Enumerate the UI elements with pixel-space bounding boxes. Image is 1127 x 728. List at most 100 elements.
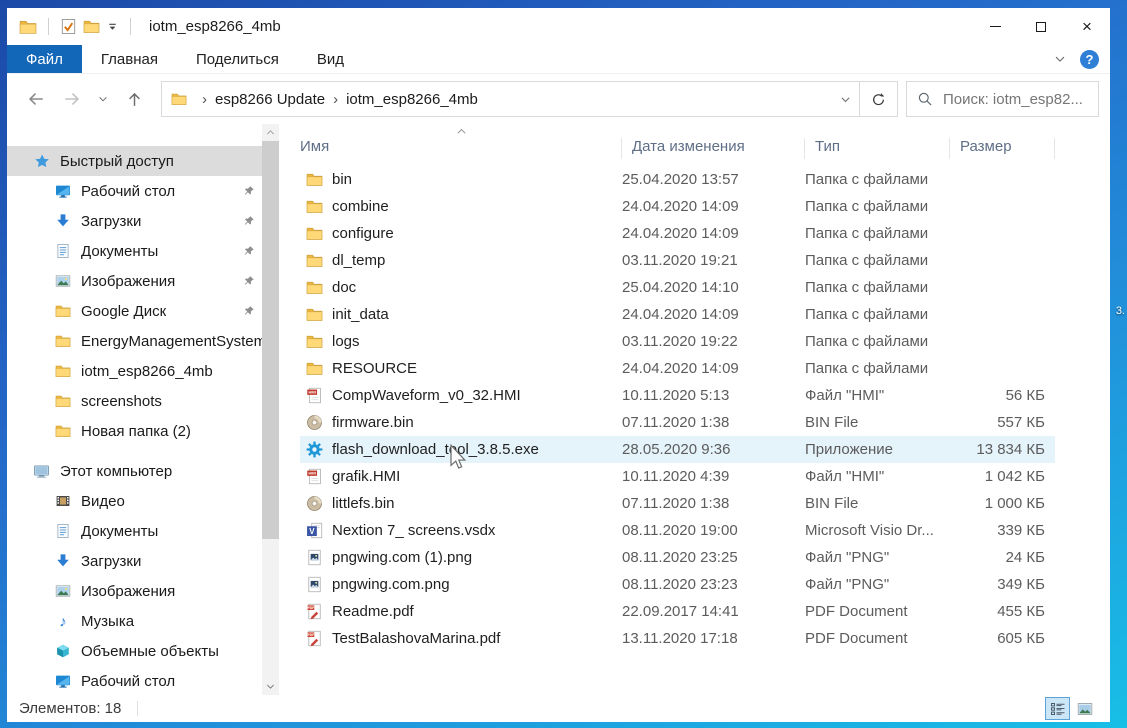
file-name-cell: dl_temp [300,252,622,269]
file-row[interactable]: HMIgrafik.HMI10.11.2020 4:39Файл "HMI"1 … [300,463,1055,490]
qat-properties-button[interactable] [57,18,80,35]
file-row[interactable]: pngwing.com (1).png08.11.2020 23:25Файл … [300,544,1055,571]
ribbon-collapse-icon[interactable] [1053,52,1067,66]
back-button[interactable] [21,84,51,114]
properties-check-icon [60,18,77,35]
forward-button[interactable] [57,84,87,114]
sidebar-item-label: Google Диск [81,303,166,320]
qat-separator [48,18,49,35]
tab-home[interactable]: Главная [82,45,177,73]
file-row[interactable]: doc25.04.2020 14:10Папка с файлами [300,274,1055,301]
folder-icon [55,363,71,379]
file-row[interactable]: flash_download_tool_3.8.5.exe28.05.2020 … [300,436,1055,463]
sidebar-item[interactable]: Рабочий стол [7,666,262,695]
file-name: dl_temp [332,252,385,269]
sidebar-item-label: Новая папка (2) [81,423,191,440]
sidebar-item[interactable]: ♪Музыка [7,606,262,636]
breadcrumb-chevron-icon[interactable]: › [333,91,338,108]
sidebar-item[interactable]: Загрузки [7,206,262,236]
refresh-icon[interactable] [860,82,897,116]
file-type: Папка с файлами [805,360,950,377]
scrollbar-thumb[interactable] [262,141,279,539]
column-header-date[interactable]: Дата изменения [622,138,805,159]
sidebar-item[interactable]: Рабочий стол [7,176,262,206]
document-icon [55,523,71,539]
column-header-name[interactable]: Имя [290,138,622,159]
sidebar-item-label: screenshots [81,393,162,410]
visio-file-icon: V [306,522,323,539]
status-bar: Элементов: 18 [7,695,1110,722]
file-name-cell: firmware.bin [300,414,622,431]
file-size: 339 КБ [950,522,1055,539]
file-row[interactable]: combine24.04.2020 14:09Папка с файлами [300,193,1055,220]
sidebar-item[interactable]: Изображения [7,266,262,296]
file-type: Папка с файлами [805,198,950,215]
file-row[interactable]: logs03.11.2020 19:22Папка с файлами [300,328,1055,355]
sidebar-item[interactable]: Google Диск [7,296,262,326]
file-type: Папка с файлами [805,306,950,323]
sidebar-item[interactable]: Документы [7,236,262,266]
sidebar-scrollbar[interactable] [262,124,279,695]
breadcrumb-item[interactable]: iotm_esp8266_4mb [346,91,478,108]
sidebar-item[interactable]: Новая папка (2) [7,416,262,446]
sidebar-item-label: EnergyManagementSystemN [81,333,262,350]
file-row[interactable]: HMICompWaveform_v0_32.HMI10.11.2020 5:13… [300,382,1055,409]
sidebar-item[interactable]: screenshots [7,386,262,416]
tab-share[interactable]: Поделиться [177,45,298,73]
file-row[interactable]: littlefs.bin07.11.2020 1:38BIN File1 000… [300,490,1055,517]
qat-separator [130,18,131,35]
column-header-type[interactable]: Тип [805,138,950,159]
file-row[interactable]: firmware.bin07.11.2020 1:38BIN File557 К… [300,409,1055,436]
tab-file[interactable]: Файл [7,45,82,73]
scrollbar-down-icon[interactable] [262,678,279,695]
tab-view[interactable]: Вид [298,45,363,73]
window-controls: × [972,8,1110,45]
pictures-icon [55,273,71,289]
refresh-arrow-icon [871,92,886,107]
file-row[interactable]: PDFReadme.pdf22.09.2017 14:41PDF Documen… [300,598,1055,625]
close-button[interactable]: × [1064,8,1110,45]
file-row[interactable]: dl_temp03.11.2020 19:21Папка с файлами [300,247,1055,274]
address-bar[interactable]: › esp8266 Update › iotm_esp8266_4mb [161,81,898,117]
sidebar-item[interactable]: Загрузки [7,546,262,576]
breadcrumb-chevron-icon[interactable]: › [202,91,207,108]
file-name-cell: RESOURCE [300,360,622,377]
qat-new-folder-button[interactable] [80,18,103,35]
pin-icon [243,215,255,227]
up-button[interactable] [119,84,149,114]
scrollbar-up-icon[interactable] [262,124,279,141]
file-row[interactable]: VNextion 7_ screens.vsdx08.11.2020 19:00… [300,517,1055,544]
sidebar-item[interactable]: iotm_esp8266_4mb [7,356,262,386]
file-date: 08.11.2020 23:23 [622,576,805,593]
recent-locations-chevron-icon [97,93,109,105]
file-row[interactable]: init_data24.04.2020 14:09Папка с файлами [300,301,1055,328]
file-name: init_data [332,306,389,323]
new-folder-icon [83,18,100,35]
search-input[interactable]: Поиск: iotm_esp82... [906,81,1099,117]
minimize-button[interactable] [972,8,1018,45]
qat-customize-button[interactable] [103,20,122,33]
maximize-button[interactable] [1018,8,1064,45]
sidebar-item[interactable]: Документы [7,516,262,546]
details-view-button[interactable] [1045,697,1070,720]
video-icon [55,493,71,509]
help-button[interactable]: ? [1080,50,1099,69]
file-row[interactable]: pngwing.com.png08.11.2020 23:23Файл "PNG… [300,571,1055,598]
sidebar-section-this-pc[interactable]: Этот компьютер [7,456,262,486]
large-icons-view-button[interactable] [1072,697,1097,720]
breadcrumb-item[interactable]: esp8266 Update [215,91,325,108]
file-row[interactable]: configure24.04.2020 14:09Папка с файлами [300,220,1055,247]
file-row[interactable]: RESOURCE24.04.2020 14:09Папка с файлами [300,355,1055,382]
sidebar-section-quick-access[interactable]: Быстрый доступ [7,146,262,176]
recent-locations-icon[interactable] [93,84,113,114]
file-name-cell: bin [300,171,622,188]
file-row[interactable]: bin25.04.2020 13:57Папка с файлами [300,166,1055,193]
sidebar-item[interactable]: EnergyManagementSystemN [7,326,262,356]
sidebar-item[interactable]: Объемные объекты [7,636,262,666]
sidebar-item[interactable]: Изображения [7,576,262,606]
address-dropdown-icon[interactable] [831,82,859,116]
column-header-size[interactable]: Размер [950,138,1055,159]
sidebar-item[interactable]: Видео [7,486,262,516]
svg-text:♪: ♪ [59,613,67,629]
file-row[interactable]: PDFTestBalashovaMarina.pdf13.11.2020 17:… [300,625,1055,652]
